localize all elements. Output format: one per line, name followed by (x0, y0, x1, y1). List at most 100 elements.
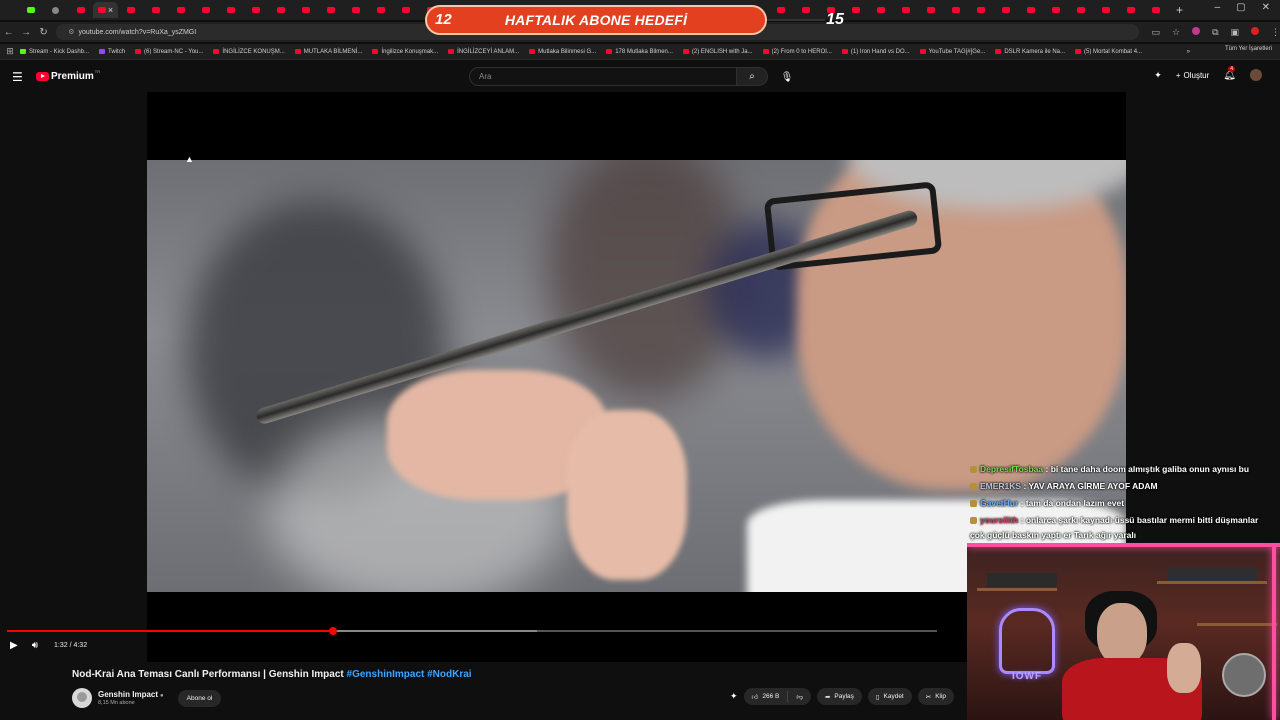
bookmark-item[interactable]: 178 Mutlaka Bilmen... (606, 49, 673, 55)
search-icon: ⌕ (749, 71, 755, 82)
youtube-tab-icon (1126, 7, 1135, 13)
bookmark-label: (2) From 0 to HEROI... (771, 48, 832, 55)
chat-username: GavetHur (980, 498, 1019, 508)
account-avatar[interactable] (1250, 69, 1262, 81)
new-tab-button[interactable]: + (1176, 3, 1183, 17)
save-button[interactable]: ▯ Kaydet (867, 688, 912, 705)
menu-hamburger-icon[interactable]: ☰ (12, 70, 23, 84)
search-input[interactable]: Ara (469, 67, 737, 86)
browser-tab[interactable] (893, 2, 918, 18)
browser-tab[interactable] (1068, 2, 1093, 18)
browser-tab[interactable] (943, 2, 968, 18)
browser-tab[interactable] (268, 2, 293, 18)
minimize-button[interactable]: – (1215, 2, 1221, 13)
apps-grid-icon[interactable]: ⊞ (0, 46, 20, 57)
browser-tab[interactable] (1143, 2, 1168, 18)
bookmark-item[interactable]: YouTube TAG[#]Ge... (919, 49, 985, 55)
youtube-icon (135, 49, 142, 54)
bookmark-item[interactable]: (6) Stream-NC - You... (135, 49, 203, 55)
goal-current: 12 (435, 11, 452, 28)
youtube-tab-icon (901, 7, 910, 13)
profile-icon[interactable] (1251, 26, 1260, 35)
bookmark-star-icon[interactable]: ☆ (1172, 27, 1180, 38)
maximize-button[interactable]: ▢ (1236, 2, 1245, 13)
channel-name[interactable]: Genshin Impact (98, 690, 158, 699)
browser-tab[interactable] (393, 2, 418, 18)
extensions-puzzle-icon[interactable]: ⧉ (1212, 27, 1218, 38)
bookmark-item[interactable]: DSLR Kamera ile Na... (995, 49, 1065, 55)
progress-bar[interactable] (7, 627, 937, 635)
bookmark-item[interactable]: (2) From 0 to HEROI... (762, 48, 832, 55)
browser-tab[interactable] (243, 2, 268, 18)
bookmark-item[interactable]: MUTLAKA BİLMENİ... (294, 49, 362, 55)
channel-avatar[interactable] (72, 688, 92, 708)
bookmarks-more-button[interactable]: » (1187, 49, 1190, 55)
volume-icon[interactable]: 🔊︎ (32, 640, 38, 651)
ask-sparkle-icon[interactable]: ✦ (730, 691, 738, 702)
wall-clock-icon (1222, 653, 1266, 697)
bookmark-label: İNGİLİZCEYİ ANLAM... (457, 48, 520, 55)
forward-icon[interactable]: → (17, 27, 34, 38)
notifications-button[interactable]: 🔔︎ 4 (1223, 65, 1236, 81)
browser-tab[interactable] (43, 2, 68, 18)
channel-name-line[interactable]: Genshin Impact ● (98, 690, 164, 699)
bookmark-label: (5) Mortal Kombat 4... (1084, 48, 1143, 55)
dislike-button[interactable]: 👎︎ (788, 688, 811, 705)
cast-icon[interactable]: ▣ (1231, 27, 1240, 38)
youtube-premium-logo[interactable]: Premium TR (36, 69, 100, 82)
browser-tab[interactable] (218, 2, 243, 18)
hashtag-link[interactable]: #NodKrai (427, 669, 471, 680)
hashtag-link[interactable]: #GenshinImpact (347, 669, 425, 680)
share-button[interactable]: ➦ Paylaş (816, 688, 862, 705)
create-button[interactable]: + Oluştur (1176, 71, 1209, 80)
browser-tab[interactable] (18, 2, 43, 18)
extension-icon[interactable] (1192, 26, 1201, 35)
close-tab-icon[interactable]: × (108, 5, 113, 15)
ask-sparkle-icon[interactable]: ✦ (1154, 70, 1162, 81)
browser-tab[interactable] (993, 2, 1018, 18)
bookmark-item[interactable]: İngilizce Konuşmak... (372, 49, 438, 55)
bookmark-item[interactable]: İNGİLİZCEYİ ANLAM... (448, 49, 519, 55)
browser-tab[interactable] (918, 2, 943, 18)
all-bookmarks-folder[interactable]: Tüm Yer İşaretleri (1225, 46, 1272, 52)
clip-button[interactable]: ✂ Klip (917, 688, 955, 705)
browser-tab[interactable] (1093, 2, 1118, 18)
bookmark-item[interactable]: (1) Iron Hand vs DO... (841, 49, 910, 55)
browser-tab[interactable] (143, 2, 168, 18)
back-icon[interactable]: ← (0, 27, 17, 38)
browser-tab[interactable] (868, 2, 893, 18)
browser-tab[interactable] (193, 2, 218, 18)
browser-tab[interactable] (368, 2, 393, 18)
shelf (1197, 623, 1277, 626)
youtube-tab-icon (926, 7, 935, 13)
browser-tab[interactable] (318, 2, 343, 18)
progress-scrubber[interactable] (328, 627, 337, 635)
bookmark-item[interactable]: Stream - Kick Dashb... (20, 49, 89, 55)
search-button[interactable]: ⌕ (737, 67, 768, 86)
browser-tab[interactable] (118, 2, 143, 18)
bookmark-item[interactable]: Twitch (99, 49, 125, 55)
streamer-hand (1167, 643, 1201, 693)
browser-tab[interactable] (293, 2, 318, 18)
menu-dots-icon[interactable]: ⋮ (1271, 27, 1280, 38)
voice-search-button[interactable]: 🎙︎ (778, 68, 796, 86)
browser-tab[interactable]: × (93, 2, 118, 18)
bookmark-item[interactable]: İNGİLİZCE KONUŞM... (213, 49, 285, 55)
install-app-icon[interactable]: ▭ (1151, 27, 1160, 38)
browser-tab[interactable] (1043, 2, 1068, 18)
browser-tab[interactable] (168, 2, 193, 18)
reload-icon[interactable]: ↻ (35, 27, 52, 38)
bookmark-item[interactable]: Mutlaka Bilinmesi G... (529, 49, 596, 55)
bookmark-item[interactable]: (5) Mortal Kombat 4... (1075, 49, 1142, 55)
subscribe-button[interactable]: Abone ol (177, 689, 222, 707)
browser-tab[interactable] (968, 2, 993, 18)
browser-tab[interactable] (1018, 2, 1043, 18)
bookmark-item[interactable]: (2) ENGLISH with Ja... (682, 49, 753, 55)
site-info-icon[interactable]: ⚙ (68, 28, 74, 36)
like-button[interactable]: 👍︎ 266 B (744, 688, 788, 705)
close-window-button[interactable]: ✕ (1262, 2, 1270, 13)
play-icon[interactable]: ▶ (10, 640, 18, 651)
browser-tab[interactable] (68, 2, 93, 18)
browser-tab[interactable] (1118, 2, 1143, 18)
browser-tab[interactable] (343, 2, 368, 18)
